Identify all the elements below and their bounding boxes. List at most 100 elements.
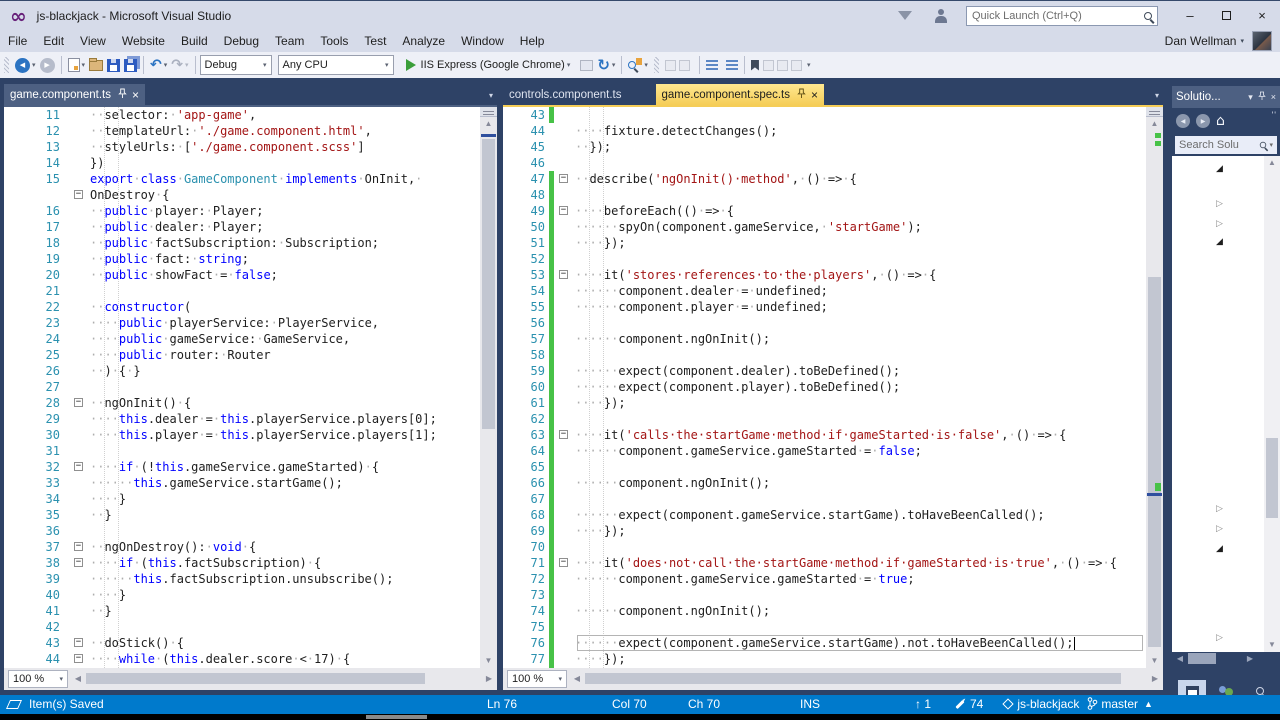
bookmark-nav-buttons[interactable]: ▾ [762,59,810,71]
code-line[interactable]: 44 − ····while·(this.dealer.score·<·17)·{ [4,651,497,667]
code-line[interactable]: 72 ······component.gameService.gameStarte… [503,571,1163,587]
code-line[interactable]: 54 ······component.dealer·=·undefined; [503,283,1163,299]
fold-toggle-icon[interactable]: − [74,542,83,551]
menu-help[interactable]: Help [512,31,553,51]
user-dropdown-icon[interactable]: ▾ [1240,37,1244,45]
menu-edit[interactable]: Edit [35,31,72,51]
code-line[interactable]: 42 [4,619,497,635]
fold-toggle-icon[interactable]: − [559,206,568,215]
code-line[interactable]: 18 ··public·factSubscription:·Subscriptio… [4,235,497,251]
code-line[interactable]: 47 − ··describe('ngOnInit()·method',·()·=>… [503,171,1163,187]
code-line[interactable]: 56 [503,315,1163,331]
scroll-down-arrow[interactable]: ▼ [1146,654,1163,668]
code-line[interactable]: 22 ··constructor( [4,299,497,315]
code-line[interactable]: 11 ··selector:·'app-game', [4,107,497,123]
code-line[interactable]: 30 ····this.player·=·this.playerService.p… [4,427,497,443]
fold-toggle-icon[interactable]: − [559,430,568,439]
tree-vertical-scrollbar[interactable]: ▲ ▼ [1264,156,1280,652]
code-editor-left[interactable]: 11 ··selector:·'app-game', 12 ··templateUrl… [4,107,497,668]
save-button[interactable] [107,58,121,72]
pin-icon[interactable] [1257,91,1266,103]
user-avatar[interactable] [1252,31,1272,51]
code-line[interactable]: 32 − ····if·(!this.gameService.gameStarted… [4,459,497,475]
code-line[interactable]: 61 ····}); [503,395,1163,411]
commits-ahead-button[interactable]: ↑ 1 [915,695,931,714]
splitter-handle[interactable] [480,107,497,117]
code-line[interactable]: 65 [503,459,1163,475]
code-line[interactable]: 35 ··} [4,507,497,523]
navigate-forward-button[interactable]: ▶ [39,57,55,73]
code-line[interactable]: 67 [503,491,1163,507]
code-line[interactable]: 71 − ····it('does·not·call·the·startGame·m… [503,555,1163,571]
menu-file[interactable]: File [0,31,35,51]
branch-menu-icon[interactable]: ▲ [1144,695,1153,714]
document-list-dropdown-icon[interactable]: ▾ [1155,91,1159,100]
scrollbar-thumb[interactable] [1266,438,1278,518]
branch-button[interactable]: master [1086,695,1138,714]
redo-button[interactable]: ↷ ▾ [171,58,188,72]
code-line[interactable]: 39 ······this.factSubscription.unsubscrib… [4,571,497,587]
menu-build[interactable]: Build [173,31,216,51]
undo-button[interactable]: ↶ ▾ [150,58,167,72]
zoom-dropdown[interactable]: 100 % ▾ [8,670,68,688]
solution-explorer-title-bar[interactable]: Solutio... ▾ × [1172,86,1280,108]
code-line[interactable]: 44 ····fixture.detectChanges(); [503,123,1163,139]
code-line[interactable]: 49 − ····beforeEach(()·=>·{ [503,203,1163,219]
tab-game-component-spec-ts[interactable]: game.component.spec.ts × [655,84,825,105]
scrollbar-thumb[interactable] [1148,277,1161,647]
menu-debug[interactable]: Debug [216,31,267,51]
code-line[interactable]: 52 [503,251,1163,267]
code-line[interactable]: 25 ····public·router:·Router [4,347,497,363]
code-line[interactable]: 50 ······spyOn(component.gameService,·'st… [503,219,1163,235]
attach-button[interactable] [580,59,594,71]
code-line[interactable]: 74 ······component.ngOnInit(); [503,603,1163,619]
code-line[interactable]: 17 ··public·dealer:·Player; [4,219,497,235]
pending-edits-button[interactable]: 74 [955,695,983,714]
code-line[interactable]: 24 ····public·gameService:·GameService, [4,331,497,347]
back-icon[interactable]: ◀ [1176,114,1190,128]
tree-expander-closed-icon[interactable]: ▷ [1216,219,1223,229]
refresh-button[interactable]: ↻ ▾ [597,58,615,73]
menu-view[interactable]: View [72,31,114,51]
fold-toggle-icon[interactable]: − [74,654,83,663]
code-line[interactable]: 45 ······this.gameService.dealCard(); [4,667,497,668]
code-line[interactable]: 31 [4,443,497,459]
quick-launch-input[interactable]: Quick Launch (Ctrl+Q) [966,5,1158,26]
tree-expander-closed-icon[interactable]: ▷ [1216,524,1223,534]
horizontal-scrollbar[interactable]: ◀ ▶ [571,672,1161,686]
code-line[interactable]: 21 [4,283,497,299]
code-line[interactable]: 57 ······component.ngOnInit(); [503,331,1163,347]
new-file-button[interactable]: ▾ [67,58,85,72]
code-line[interactable]: 37 − ··ngOnDestroy():·void·{ [4,539,497,555]
tree-horizontal-scrollbar[interactable]: ◀ ▶ [1172,652,1280,666]
scroll-down-arrow[interactable]: ▼ [480,654,497,668]
fold-toggle-icon[interactable]: − [559,558,568,567]
close-panel-icon[interactable]: × [1271,92,1276,102]
code-line[interactable]: 19 ··public·fact:·string; [4,251,497,267]
code-line[interactable]: 55 ······component.player·=·undefined; [503,299,1163,315]
code-line[interactable]: 41 ··} [4,603,497,619]
scrollbar-thumb[interactable] [482,139,495,429]
tree-expander-closed-icon[interactable]: ▷ [1216,633,1223,643]
tree-expander-open-icon[interactable]: ◢ [1216,164,1223,174]
menu-test[interactable]: Test [356,31,394,51]
minimize-button[interactable]: – [1172,3,1208,29]
menu-window[interactable]: Window [453,31,512,51]
code-line[interactable]: 27 [4,379,497,395]
fold-toggle-icon[interactable]: − [74,398,83,407]
code-line[interactable]: 69 ····}); [503,523,1163,539]
code-line[interactable]: 77 ····}); [503,651,1163,667]
code-line[interactable]: 46 [503,155,1163,171]
code-line[interactable]: 75 [503,619,1163,635]
configuration-dropdown[interactable]: Debug ▾ [199,55,272,75]
repository-button[interactable]: js-blackjack [1002,695,1079,714]
tree-expander-open-icon[interactable]: ◢ [1216,237,1223,247]
code-line[interactable]: 64 ······component.gameService.gameStarte… [503,443,1163,459]
fold-toggle-icon[interactable]: − [74,190,83,199]
feedback-icon[interactable] [898,11,912,20]
code-line[interactable]: 45 ··}); [503,139,1163,155]
save-all-button[interactable] [124,58,138,72]
menu-tools[interactable]: Tools [312,31,356,51]
splitter-handle[interactable] [1146,107,1163,117]
toolbar-grip[interactable] [4,57,9,73]
